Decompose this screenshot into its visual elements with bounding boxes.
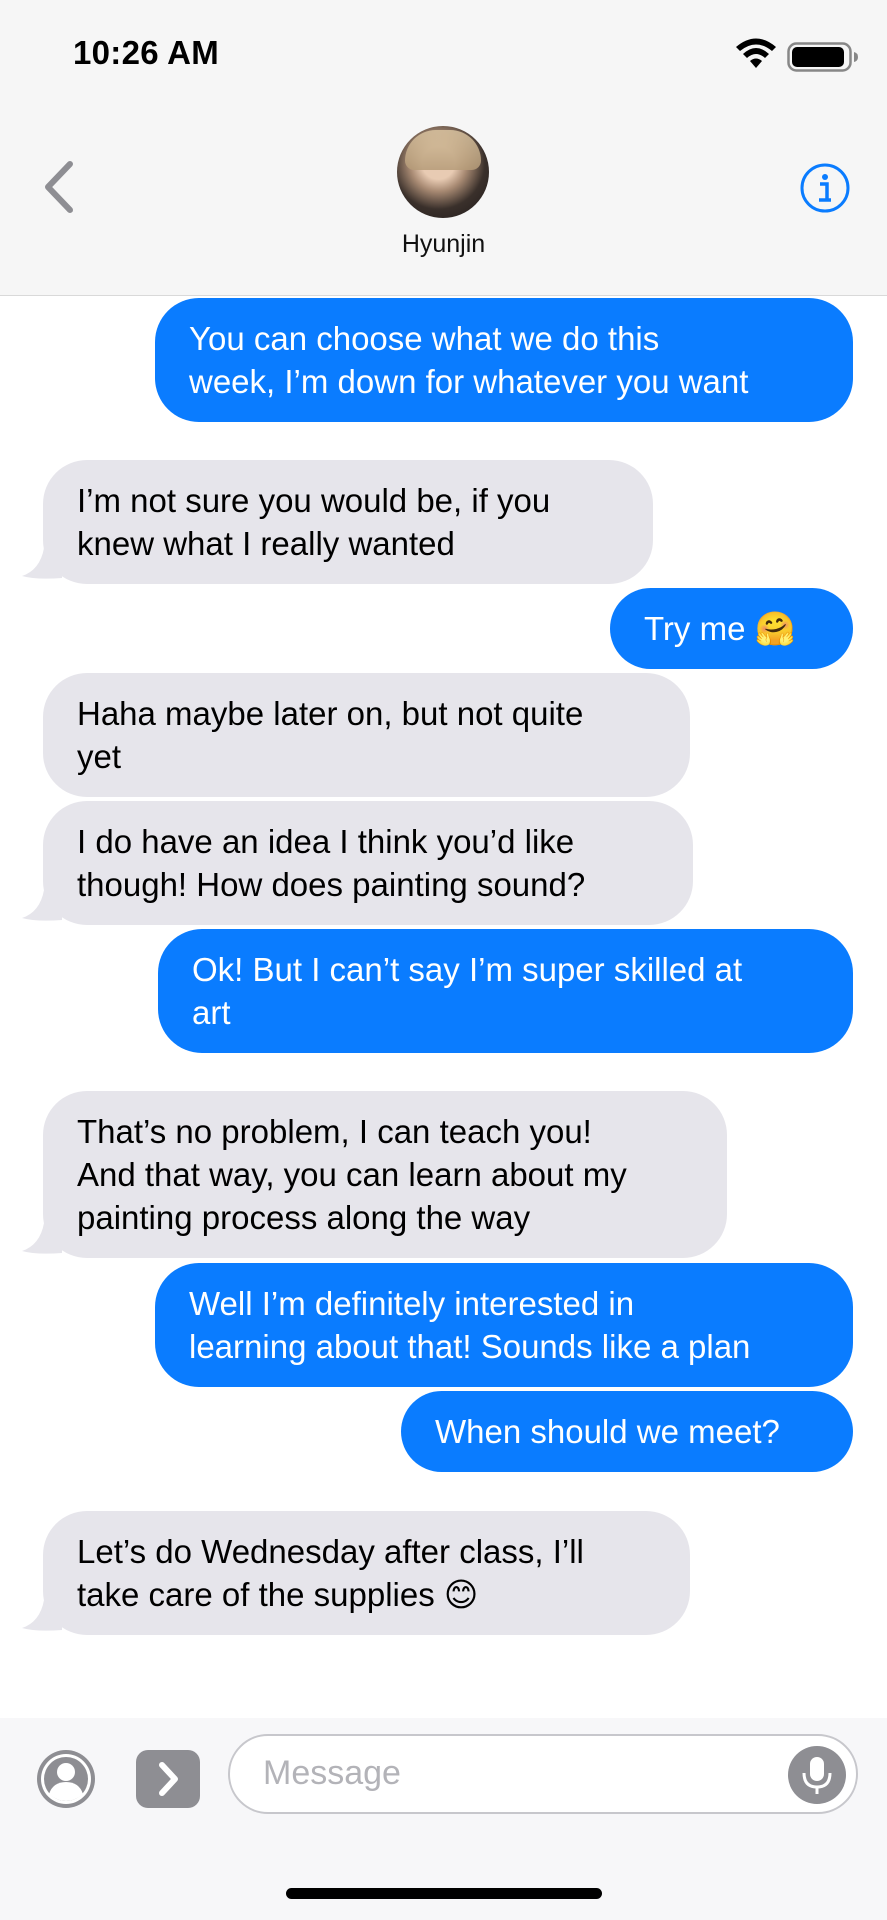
- avatar-hair: [405, 130, 481, 170]
- contact-name[interactable]: Hyunjin: [0, 230, 887, 259]
- bubble-tail: [22, 1223, 62, 1254]
- message-placeholder: Message: [263, 1754, 401, 1792]
- back-button[interactable]: [40, 158, 80, 216]
- info-icon[interactable]: [799, 162, 851, 214]
- contact-card-icon[interactable]: [37, 1750, 95, 1808]
- message-bubble-received[interactable]: Haha maybe later on, but not quite yet: [43, 673, 690, 797]
- message-bubble-sent[interactable]: You can choose what we do this week, I’m…: [155, 298, 853, 422]
- message-input[interactable]: Message: [228, 1734, 858, 1814]
- wifi-icon: [736, 38, 776, 68]
- microphone-icon[interactable]: [788, 1746, 846, 1804]
- avatar[interactable]: [397, 126, 489, 218]
- apps-chevron-icon[interactable]: [136, 1750, 200, 1808]
- status-time: 10:26 AM: [73, 34, 220, 71]
- battery-icon: [787, 42, 858, 72]
- message-bubble-sent[interactable]: When should we meet?: [401, 1391, 853, 1472]
- messages-app: 10:26 AM Hyunjin You can choose what we …: [0, 0, 887, 1920]
- message-bubble-sent[interactable]: Well I’m definitely interested in learni…: [155, 1263, 853, 1387]
- message-bubble-received[interactable]: Let’s do Wednesday after class, I’ll tak…: [43, 1511, 690, 1635]
- home-indicator[interactable]: [286, 1888, 602, 1899]
- bubble-tail: [22, 548, 62, 579]
- conversation-header: 10:26 AM Hyunjin: [0, 0, 887, 296]
- message-bubble-sent[interactable]: Try me 🤗: [610, 588, 853, 669]
- message-bubble-received[interactable]: I’m not sure you would be, if you knew w…: [43, 460, 653, 584]
- message-bubble-received[interactable]: That’s no problem, I can teach you! And …: [43, 1091, 727, 1258]
- message-bubble-received[interactable]: I do have an idea I think you’d like tho…: [43, 801, 693, 925]
- message-bubble-sent[interactable]: Ok! But I can’t say I’m super skilled at…: [158, 929, 853, 1053]
- bubble-tail: [22, 1600, 62, 1631]
- bubble-tail: [22, 890, 62, 921]
